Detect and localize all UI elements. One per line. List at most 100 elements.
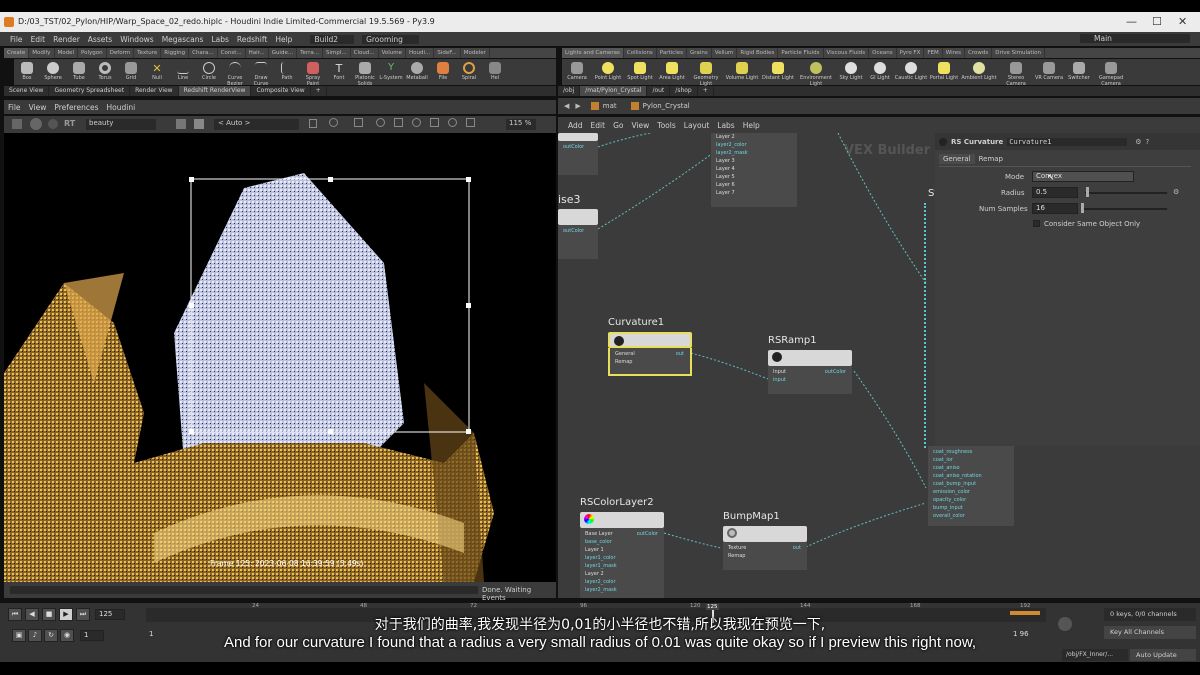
tool-switcher[interactable]: Switcher <box>1064 61 1094 85</box>
play-render-icon[interactable] <box>30 118 42 130</box>
tab-mat-pylon-crystal[interactable]: /mat/Pylon_Crystal <box>580 86 648 96</box>
rv-menu-preferences[interactable]: Preferences <box>54 103 98 112</box>
tool-environment-light[interactable]: Environment Light <box>796 61 836 87</box>
camera-select[interactable]: < Auto > <box>214 119 299 130</box>
shelf-tab[interactable]: Vellum <box>712 48 738 58</box>
desktop-select[interactable]: Build2 <box>310 34 355 44</box>
tool-caustic-light[interactable]: Caustic Light <box>894 61 928 85</box>
close-button[interactable]: ✕ <box>1178 15 1187 28</box>
region-icon[interactable] <box>354 118 363 127</box>
tool-line[interactable]: Line <box>170 61 196 85</box>
shelf-tab[interactable]: Drive Simulation <box>992 48 1045 58</box>
node-noise3[interactable] <box>558 209 598 225</box>
zoom-field[interactable]: 115 % <box>506 119 536 130</box>
net-menu-labs[interactable]: Labs <box>717 121 734 130</box>
net-menu-tools[interactable]: Tools <box>657 121 675 130</box>
settings-icon[interactable] <box>466 118 475 127</box>
tool-spot-light[interactable]: Spot Light <box>624 61 656 85</box>
node-curvature[interactable] <box>608 332 692 348</box>
tool-sky-light[interactable]: Sky Light <box>836 61 866 85</box>
radius-slider-handle[interactable] <box>1086 187 1089 197</box>
tool-point-light[interactable]: Point Light <box>592 61 624 85</box>
lock-icon[interactable] <box>309 119 317 128</box>
back-icon[interactable]: ◀ <box>564 102 569 110</box>
shelf-tab[interactable]: Grains <box>687 48 712 58</box>
shelf-tab[interactable]: Particles <box>657 48 687 58</box>
gear-icon[interactable]: ⚙ <box>1135 138 1141 146</box>
tool-gamepad-camera[interactable]: Gamepad Camera <box>1094 61 1128 87</box>
shelf-tab[interactable]: Collisions <box>624 48 657 58</box>
color-swatch[interactable] <box>176 119 186 129</box>
crop-icon[interactable] <box>394 118 403 127</box>
shelf-tab[interactable]: Chara... <box>189 48 218 58</box>
node-colorlayer-top[interactable]: Layer 2 layer2_color layer2_mask Layer 3… <box>711 133 797 207</box>
shelf-tab[interactable]: Polygon <box>78 48 107 58</box>
menu-windows[interactable]: Windows <box>120 35 153 44</box>
shelf-tab[interactable]: Lights and Cameras <box>562 48 624 58</box>
node-top-left[interactable] <box>558 133 598 141</box>
rv-menu-houdini[interactable]: Houdini <box>107 103 136 112</box>
same-object-checkbox[interactable] <box>1033 220 1040 227</box>
shelf-tab[interactable]: Texture <box>134 48 162 58</box>
menu-edit[interactable]: Edit <box>31 35 46 44</box>
tool-font[interactable]: T Font <box>326 61 352 85</box>
net-menu-view[interactable]: View <box>631 121 649 130</box>
tool-circle[interactable]: Circle <box>196 61 222 85</box>
tab-remap[interactable]: Remap <box>975 154 1007 164</box>
tool-grid[interactable]: Grid <box>118 61 144 85</box>
main-desktop-select[interactable]: Main <box>1080 34 1190 43</box>
menu-labs[interactable]: Labs <box>211 35 228 44</box>
net-menu-add[interactable]: Add <box>568 121 583 130</box>
minimize-button[interactable]: — <box>1126 15 1137 28</box>
tool-null[interactable]: ✕ Null <box>144 61 170 85</box>
pick-icon[interactable] <box>412 118 421 127</box>
tab-out[interactable]: /out <box>647 86 671 96</box>
tool-portal-light[interactable]: Portal Light <box>928 61 960 85</box>
tool-metaball[interactable]: Metaball <box>404 61 430 85</box>
shelf-tab[interactable]: SideF... <box>434 48 461 58</box>
render-viewport[interactable]: Frame 125: 2023-06-08 16:39:59 (3.49s) <box>4 133 556 582</box>
white-swatch[interactable] <box>194 119 204 129</box>
shelf-tab[interactable]: Deform <box>107 48 135 58</box>
shelf-tab[interactable]: Terra... <box>297 48 323 58</box>
radius-field[interactable]: 0.5 <box>1032 187 1078 198</box>
net-menu-go[interactable]: Go <box>613 121 623 130</box>
add-tab-icon[interactable]: + <box>311 86 327 96</box>
tool-tube[interactable]: Tube <box>66 61 92 85</box>
tool-helix[interactable]: Hel <box>482 61 508 85</box>
shelf-tab[interactable]: Rigging <box>161 48 190 58</box>
shelf-tab[interactable]: Particle Fluids <box>778 48 824 58</box>
menu-assets[interactable]: Assets <box>88 35 112 44</box>
tool-draw-curve[interactable]: Draw Curve <box>248 61 274 87</box>
render-icon[interactable] <box>12 119 22 129</box>
menu-redshift[interactable]: Redshift <box>237 35 267 44</box>
tool-camera[interactable]: Camera <box>562 61 592 85</box>
tool-gi-light[interactable]: GI Light <box>866 61 894 85</box>
tool-torus[interactable]: Torus <box>92 61 118 85</box>
shelf-tab[interactable]: Modeler <box>461 48 490 58</box>
tool-geometry-light[interactable]: Geometry Light <box>688 61 724 87</box>
tab-obj[interactable]: /obj <box>558 86 581 96</box>
shelf-tab[interactable]: Modify <box>29 48 55 58</box>
tool-file[interactable]: File <box>430 61 456 85</box>
stop-render-icon[interactable] <box>48 119 58 129</box>
shelf-tab[interactable]: Const... <box>218 48 246 58</box>
snapshot-icon[interactable] <box>329 118 338 127</box>
tool-vr-camera[interactable]: VR Camera <box>1034 61 1064 85</box>
tab-render-view[interactable]: Render View <box>130 86 179 96</box>
num-samples-slider[interactable] <box>1081 208 1167 210</box>
tool-path[interactable]: Path <box>274 61 300 85</box>
shelf-tab[interactable]: Guide... <box>269 48 298 58</box>
tool-sphere[interactable]: Sphere <box>40 61 66 85</box>
shelf-tab[interactable]: Cloud... <box>351 48 379 58</box>
tool-spiral[interactable]: Spiral <box>456 61 482 85</box>
channel-gear-icon[interactable]: ⚙ <box>1173 188 1179 196</box>
help-icon[interactable]: ? <box>1146 138 1150 146</box>
shelf-tab[interactable]: Volume <box>379 48 407 58</box>
tab-redshift-renderview[interactable]: Redshift RenderView <box>178 86 252 96</box>
aov-select[interactable]: beauty <box>86 119 156 130</box>
shelf-tab[interactable]: Create <box>4 48 30 58</box>
tool-curve-bezier[interactable]: Curve Bezier <box>222 61 248 87</box>
tool-stereo-camera[interactable]: Stereo Camera <box>998 61 1034 87</box>
path-root[interactable]: mat <box>603 102 617 110</box>
